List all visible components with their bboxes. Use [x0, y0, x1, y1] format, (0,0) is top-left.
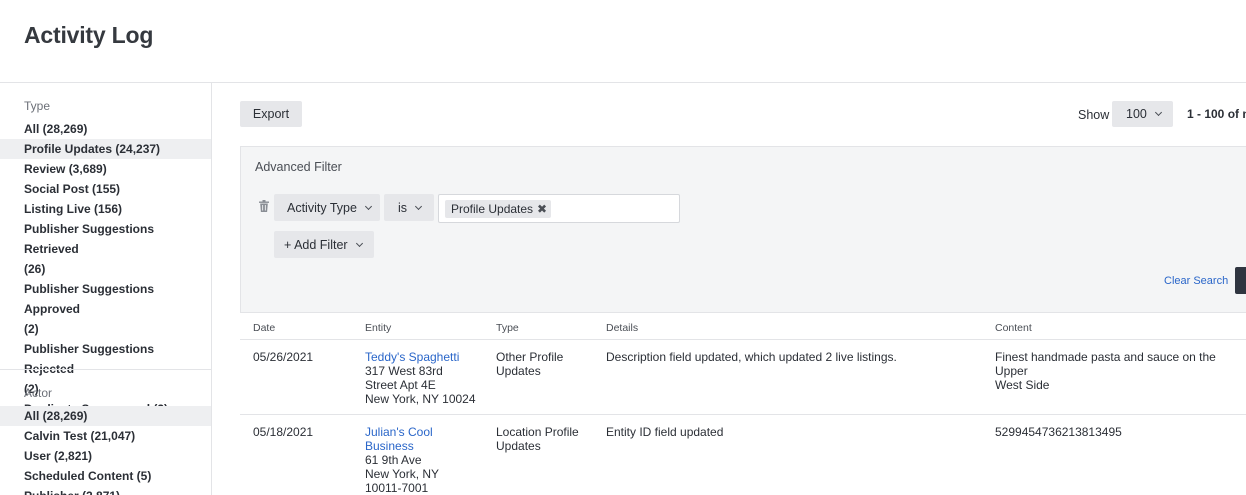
actor-facet-calvin-test[interactable]: Calvin Test (21,047) — [0, 426, 211, 446]
row-type: Location Profile Updates — [496, 425, 579, 453]
actor-facet-scheduled-content[interactable]: Scheduled Content (5) — [0, 466, 211, 486]
row-type-line: Other Profile — [496, 350, 564, 364]
row-content: 5299454736213813495 — [995, 425, 1122, 439]
entity-address-line: 61 9th Ave — [365, 453, 422, 467]
export-button[interactable]: Export — [240, 101, 302, 127]
page-title: Activity Log — [24, 22, 154, 48]
remove-chip-icon[interactable]: ✖ — [537, 202, 547, 216]
table-header: Date Entity Type Details Content — [240, 312, 1246, 340]
filter-field-select[interactable]: Activity Type — [274, 194, 380, 221]
facet-item-label: Publisher Suggestions Approved — [24, 282, 155, 316]
actor-facet-heading: Actor — [24, 386, 53, 400]
row-type-line: Location Profile — [496, 425, 579, 439]
type-facet-all[interactable]: All (28,269) — [0, 119, 211, 139]
facet-item-label: Publisher Suggestions Retrieved — [24, 222, 155, 256]
row-type-line: Updates — [496, 439, 541, 453]
show-label: Show — [1078, 108, 1110, 122]
type-facet-social-post[interactable]: Social Post (155) — [0, 179, 211, 199]
chevron-down-icon — [364, 202, 372, 210]
filter-value-chip-label: Profile Updates — [451, 202, 534, 216]
column-header-type[interactable]: Type — [496, 322, 519, 334]
row-details: Entity ID field updated — [606, 425, 724, 439]
page-size-value: 100 — [1126, 107, 1147, 121]
pagination-range: 1 - 100 of m — [1187, 107, 1246, 121]
entity-link-line: Business — [365, 439, 414, 453]
trash-icon[interactable] — [259, 200, 269, 212]
filter-field-value: Activity Type — [287, 200, 357, 215]
entity-address-line: 10011-7001 — [365, 481, 429, 495]
column-header-entity[interactable]: Entity — [365, 322, 391, 334]
row-content-line: Finest handmade pasta and sauce on the U… — [995, 350, 1216, 378]
advanced-filter-panel: Advanced Filter Activity Type is Profile… — [240, 146, 1246, 313]
entity-address-line: 317 West 83rd — [365, 364, 443, 378]
entity-address-line: New York, NY 10024 — [365, 392, 476, 406]
table-row[interactable]: 05/26/2021 Teddy's Spaghetti 317 West 83… — [240, 340, 1246, 415]
column-header-content[interactable]: Content — [995, 322, 1032, 334]
row-details: Description field updated, which updated… — [606, 350, 897, 364]
row-type-line: Updates — [496, 364, 541, 378]
row-content-line: West Side — [995, 378, 1050, 392]
facet-item-label: Publisher Suggestions Rejected — [24, 342, 155, 376]
table-row[interactable]: 05/18/2021 Julian's Cool Business 61 9th… — [240, 415, 1246, 495]
type-facet-list: All (28,269) Profile Updates (24,237) Re… — [0, 119, 211, 419]
clear-search-link[interactable]: Clear Search — [1164, 275, 1228, 287]
type-facet-heading: Type — [24, 99, 51, 113]
type-facet-publisher-suggestions-approved[interactable]: Publisher Suggestions Approved (2) — [0, 279, 211, 339]
chevron-down-icon — [414, 202, 423, 210]
row-entity: Teddy's Spaghetti 317 West 83rd Street A… — [365, 350, 476, 406]
add-filter-button[interactable]: + Add Filter — [274, 231, 374, 258]
filter-value-input[interactable]: Profile Updates ✖ — [438, 194, 680, 223]
page-header: Activity Log — [0, 0, 1246, 83]
entity-link[interactable]: Teddy's Spaghetti — [365, 350, 476, 364]
filter-operator-value: is — [398, 200, 408, 215]
facet-divider — [0, 369, 211, 370]
chevron-down-icon — [355, 239, 363, 247]
row-content: Finest handmade pasta and sauce on the U… — [995, 350, 1246, 392]
actor-facet-list: All (28,269) Calvin Test (21,047) User (… — [0, 406, 211, 495]
row-date: 05/18/2021 — [253, 425, 314, 439]
actor-facet-publisher[interactable]: Publisher (2,871) — [0, 486, 211, 495]
main-content: Export Show 100 1 - 100 of m Advanced Fi… — [212, 83, 1246, 495]
facet-sidebar: Type All (28,269) Profile Updates (24,23… — [0, 83, 212, 495]
row-type: Other Profile Updates — [496, 350, 563, 378]
page-size-select[interactable]: 100 — [1112, 101, 1173, 127]
actor-facet-all[interactable]: All (28,269) — [0, 406, 211, 426]
row-date: 05/26/2021 — [253, 350, 314, 364]
facet-item-count: (2) — [24, 322, 39, 336]
filter-value-chip: Profile Updates ✖ — [445, 200, 552, 218]
entity-address-line: New York, NY — [365, 467, 440, 481]
add-filter-label: + Add Filter — [284, 237, 348, 252]
entity-link-line: Julian's Cool — [365, 425, 433, 439]
filter-operator-select[interactable]: is — [384, 194, 434, 221]
type-facet-review[interactable]: Review (3,689) — [0, 159, 211, 179]
column-header-date[interactable]: Date — [253, 322, 275, 334]
entity-link[interactable]: Julian's Cool Business — [365, 425, 439, 453]
column-header-details[interactable]: Details — [606, 322, 638, 334]
type-facet-publisher-suggestions-retrieved[interactable]: Publisher Suggestions Retrieved (26) — [0, 219, 211, 279]
actor-facet-user[interactable]: User (2,821) — [0, 446, 211, 466]
facet-item-count: (26) — [24, 262, 46, 276]
type-facet-listing-live[interactable]: Listing Live (156) — [0, 199, 211, 219]
row-entity: Julian's Cool Business 61 9th Ave New Yo… — [365, 425, 439, 495]
entity-address-line: Street Apt 4E — [365, 378, 436, 392]
advanced-filter-title: Advanced Filter — [255, 160, 342, 174]
type-facet-profile-updates[interactable]: Profile Updates (24,237) — [0, 139, 211, 159]
chevron-down-icon — [1154, 108, 1162, 117]
search-button[interactable] — [1235, 267, 1246, 294]
